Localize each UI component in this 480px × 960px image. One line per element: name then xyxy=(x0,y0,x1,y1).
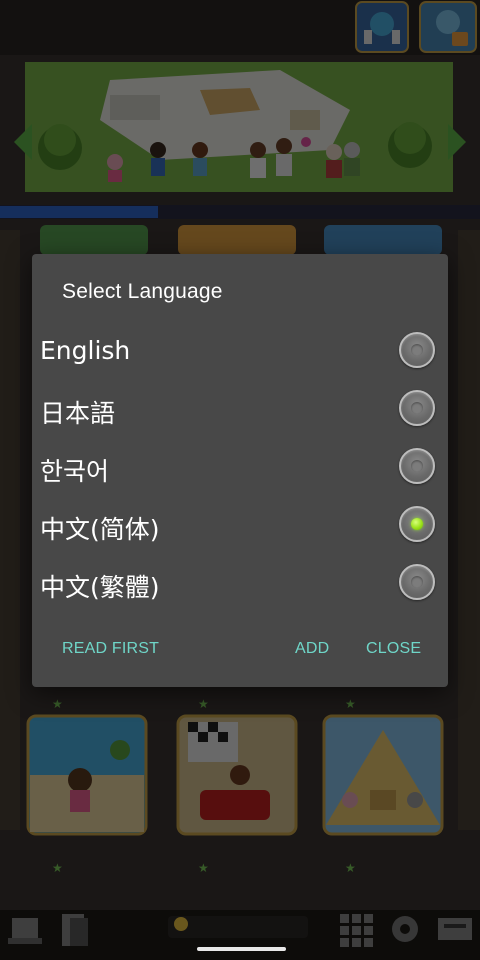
language-label: 日本語 xyxy=(40,399,116,428)
radio-button[interactable] xyxy=(399,448,435,484)
language-dialog: Select Language English 日本語 한국어 中文(简体) 中… xyxy=(32,254,448,687)
radio-indicator xyxy=(411,344,423,356)
radio-indicator xyxy=(411,460,423,472)
language-option-korean[interactable]: 한국어 xyxy=(32,438,448,496)
language-label: 中文(繁體) xyxy=(40,573,160,602)
read-first-button[interactable]: READ FIRST xyxy=(62,640,159,658)
radio-button-selected[interactable] xyxy=(399,506,435,542)
language-label: 한국어 xyxy=(40,457,110,486)
language-option-japanese[interactable]: 日本語 xyxy=(32,380,448,438)
radio-button[interactable] xyxy=(399,564,435,600)
language-option-chinese-simplified[interactable]: 中文(简体) xyxy=(32,496,448,554)
language-option-chinese-traditional[interactable]: 中文(繁體) xyxy=(32,554,448,612)
language-label: English xyxy=(40,336,131,365)
language-option-english[interactable]: English xyxy=(32,322,448,380)
home-indicator[interactable] xyxy=(197,947,286,951)
close-button[interactable]: CLOSE xyxy=(366,640,421,658)
radio-indicator xyxy=(411,402,423,414)
radio-button[interactable] xyxy=(399,332,435,368)
radio-button[interactable] xyxy=(399,390,435,426)
add-button[interactable]: ADD xyxy=(295,640,329,658)
dialog-title: Select Language xyxy=(62,280,223,303)
language-label: 中文(简体) xyxy=(40,515,160,544)
radio-indicator xyxy=(411,518,423,530)
radio-indicator xyxy=(411,576,423,588)
